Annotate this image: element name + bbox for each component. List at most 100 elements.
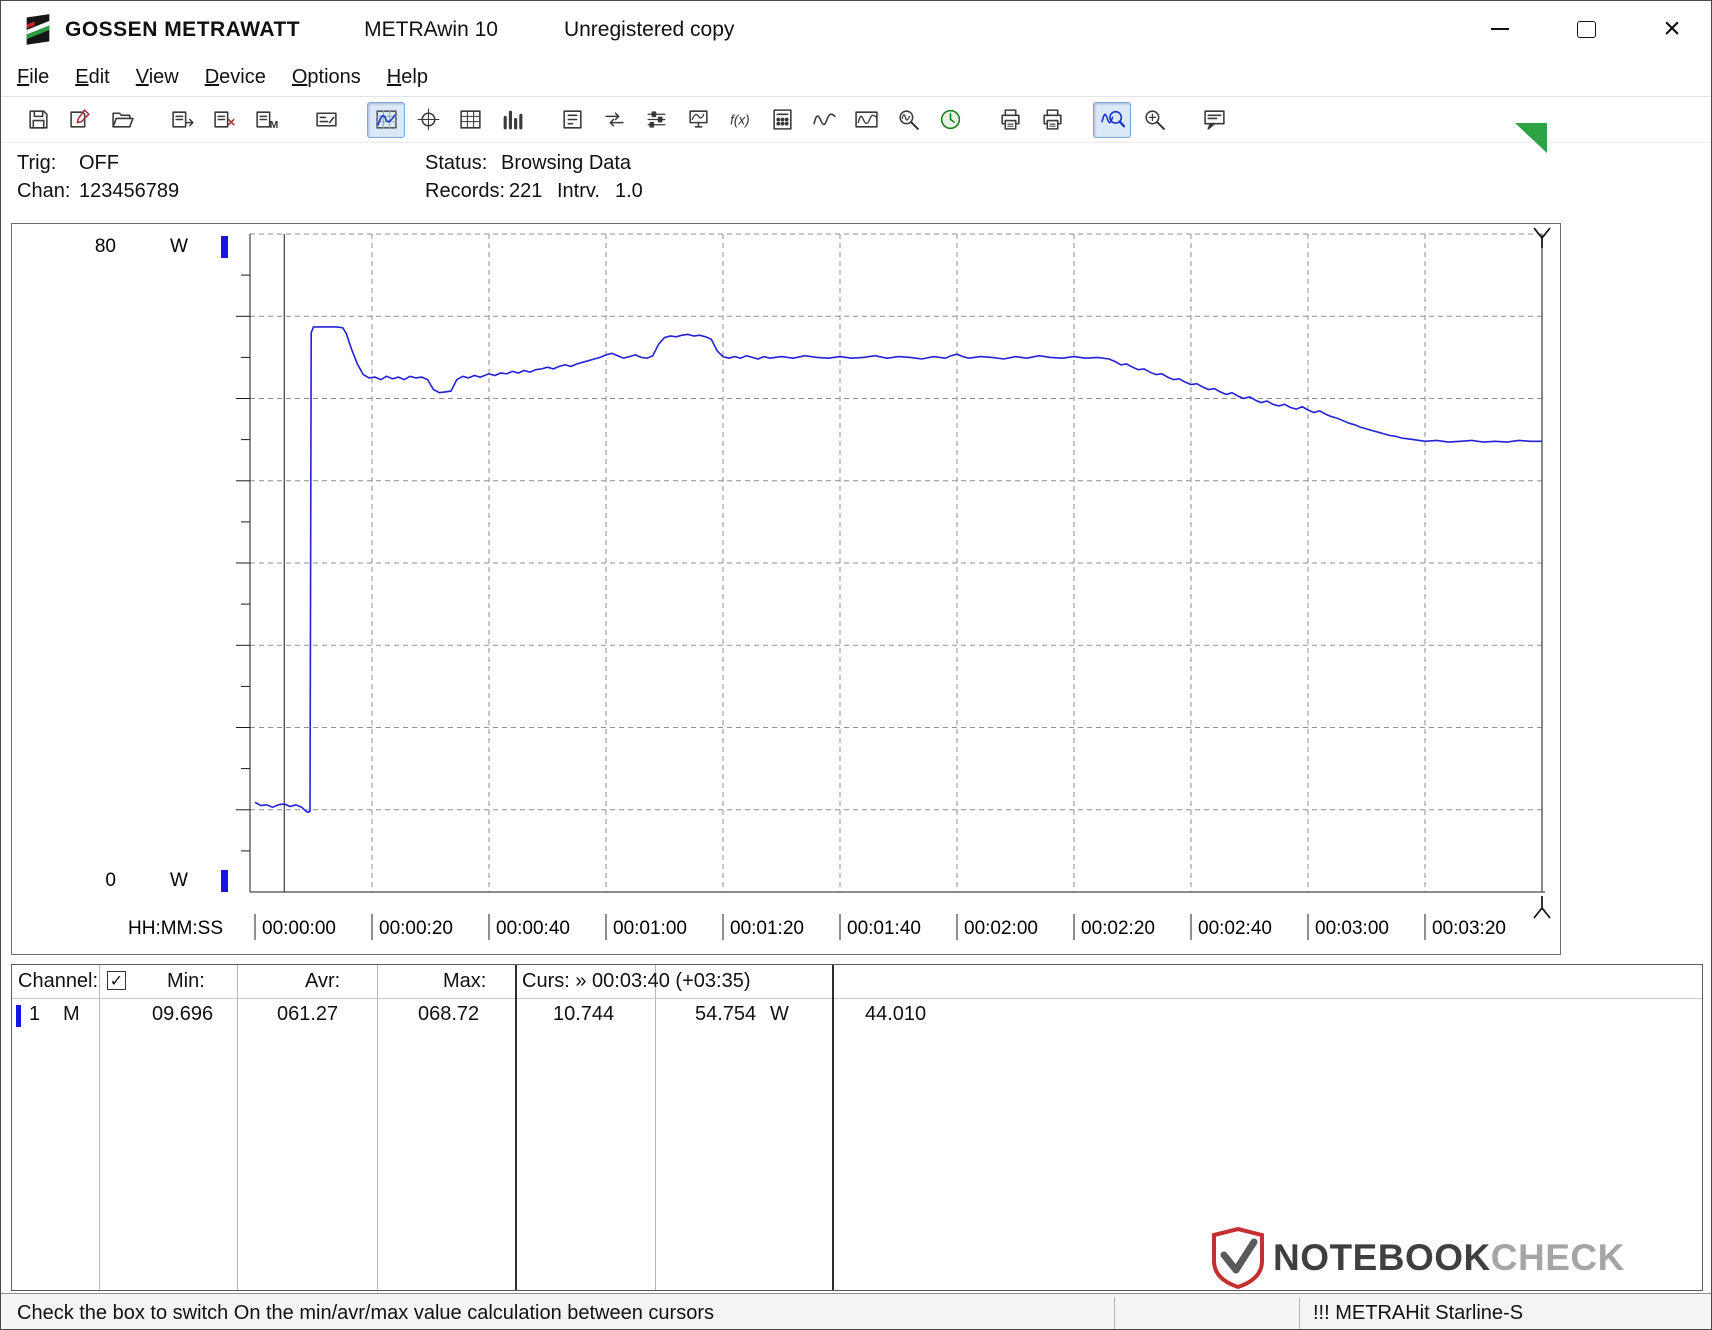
- trigger-settings-button[interactable]: [553, 102, 591, 138]
- metrawin-window: GOSSEN METRAWATT METRAwin 10 Unregistere…: [0, 0, 1712, 1330]
- notebookcheck-shield-icon: [1212, 1227, 1264, 1289]
- header-cursor-readout: Curs: » 00:03:40 (+03:35): [522, 970, 751, 992]
- multimeter-display-button[interactable]: [307, 102, 345, 138]
- data-zoom-button[interactable]: [889, 102, 927, 138]
- status-label: Status:: [425, 152, 488, 174]
- window-controls: ×: [1477, 9, 1695, 49]
- data-transfer-button[interactable]: [595, 102, 633, 138]
- print-icon: [1042, 109, 1062, 130]
- export-data-button[interactable]: [163, 102, 201, 138]
- logger-settings-button[interactable]: [637, 102, 675, 138]
- cell-max: 068.72: [418, 1003, 480, 1025]
- menu-device[interactable]: Device: [205, 66, 266, 89]
- toolbar-separator: [1177, 102, 1195, 138]
- license-label: Unregistered copy: [563, 18, 735, 41]
- device-panel-icon: [772, 109, 792, 130]
- comment-button[interactable]: [1195, 102, 1233, 138]
- statusbar-divider: [1299, 1297, 1300, 1329]
- scope-view-icon: [417, 108, 439, 131]
- column-divider: [237, 965, 238, 1290]
- timer-button[interactable]: [931, 102, 969, 138]
- clear-data-icon: [213, 111, 235, 128]
- print-preview-button[interactable]: [991, 102, 1029, 138]
- memory-read-button[interactable]: M: [247, 102, 285, 138]
- chan-label: Chan:: [17, 180, 71, 202]
- x-axis-caption: HH:MM:SS: [128, 918, 223, 939]
- online-display-button[interactable]: [679, 102, 717, 138]
- open-button[interactable]: [103, 102, 141, 138]
- statusbar-device: !!! METRAHit Starline-S: [1313, 1301, 1524, 1324]
- gossen-metrawatt-logo-icon: [26, 14, 50, 45]
- toolbar: Mf(x): [1, 97, 1711, 143]
- toolbar-separator: [145, 102, 163, 138]
- cell-delta: 44.010: [865, 1003, 927, 1025]
- x-tick-label: 00:01:00: [613, 918, 687, 939]
- bar-graph-view-icon: [503, 110, 522, 130]
- brand-name: GOSSEN METRAWATT: [65, 18, 301, 41]
- channel-color-marker: [16, 1005, 21, 1027]
- y-axis-top-value: 80: [94, 236, 116, 257]
- open-icon: [111, 112, 134, 128]
- maximize-icon: [1576, 20, 1596, 38]
- export-data-icon: [171, 111, 194, 128]
- channel-marker-bottom: [221, 870, 228, 892]
- column-divider: [99, 965, 100, 1290]
- bar-graph-view-button[interactable]: [493, 102, 531, 138]
- formula-button[interactable]: f(x): [721, 102, 759, 138]
- trig-value: OFF: [79, 152, 119, 174]
- records-value: 221: [509, 180, 543, 202]
- menu-file[interactable]: File: [17, 66, 49, 89]
- multimeter-display-icon: [315, 112, 337, 127]
- menu-bar: File Edit View Device Options Help: [1, 59, 1711, 97]
- notebookcheck-watermark: NOTEBOOKCHECK: [1209, 1227, 1625, 1289]
- column-divider: [655, 965, 656, 1290]
- table-view-button[interactable]: [451, 102, 489, 138]
- x-tick-label: 00:02:20: [1081, 918, 1155, 939]
- save-button[interactable]: [19, 102, 57, 138]
- menu-help[interactable]: Help: [387, 66, 428, 89]
- comment-icon: [1203, 110, 1225, 130]
- device-panel-button[interactable]: [763, 102, 801, 138]
- minmax-checkbox[interactable]: ✓: [107, 971, 126, 990]
- menu-options[interactable]: Options: [292, 66, 361, 89]
- interval-value: 1.0: [615, 180, 643, 202]
- svg-text:f(x): f(x): [730, 113, 750, 128]
- cursor-2-top-handle: [1533, 227, 1551, 248]
- scope-view-button[interactable]: [409, 102, 447, 138]
- signal-button[interactable]: [805, 102, 843, 138]
- chart-panel: 80 W 0 W HH:MM:SS 00:00:00 00:00:20 00:00:…: [11, 223, 1561, 955]
- menu-edit[interactable]: Edit: [75, 66, 109, 89]
- x-tick-label: 00:03:00: [1315, 918, 1389, 939]
- envelope-button[interactable]: [847, 102, 885, 138]
- app-title: METRAwin 10: [364, 18, 498, 41]
- toolbar-separator: [349, 102, 367, 138]
- maximize-button[interactable]: [1563, 9, 1609, 49]
- clear-data-button[interactable]: [205, 102, 243, 138]
- x-tick-label: 00:00:40: [496, 918, 570, 939]
- x-tick-label: 00:01:40: [847, 918, 921, 939]
- y-axis-top-unit: W: [170, 236, 188, 257]
- toolbar-separator: [289, 102, 307, 138]
- x-tick-label: 00:02:40: [1198, 918, 1272, 939]
- status-value: Browsing Data: [501, 152, 632, 174]
- chart-view-button[interactable]: [367, 101, 405, 138]
- menu-view[interactable]: View: [136, 66, 179, 89]
- zoom-reset-button[interactable]: [1135, 102, 1173, 138]
- data-zoom-icon: [898, 110, 919, 130]
- close-icon: ×: [1663, 12, 1681, 45]
- print-button[interactable]: [1033, 102, 1071, 138]
- save-as-button[interactable]: [61, 102, 99, 138]
- cell-cursor1: 10.744: [553, 1003, 615, 1025]
- close-button[interactable]: ×: [1649, 9, 1695, 49]
- data-transfer-icon: [604, 112, 624, 127]
- zoom-signal-button[interactable]: [1093, 101, 1131, 138]
- cell-min: 09.696: [152, 1003, 214, 1025]
- interval-label: Intrv.: [557, 180, 600, 202]
- signal-icon: [812, 113, 836, 126]
- svg-text:M: M: [269, 120, 278, 131]
- minimize-button[interactable]: [1477, 9, 1523, 49]
- toolbar-separator: [973, 102, 991, 138]
- y-axis-bottom-value: 0: [105, 870, 116, 891]
- zoom-reset-icon: [1144, 110, 1165, 130]
- watermark-text: NOTEBOOKCHECK: [1273, 1237, 1625, 1279]
